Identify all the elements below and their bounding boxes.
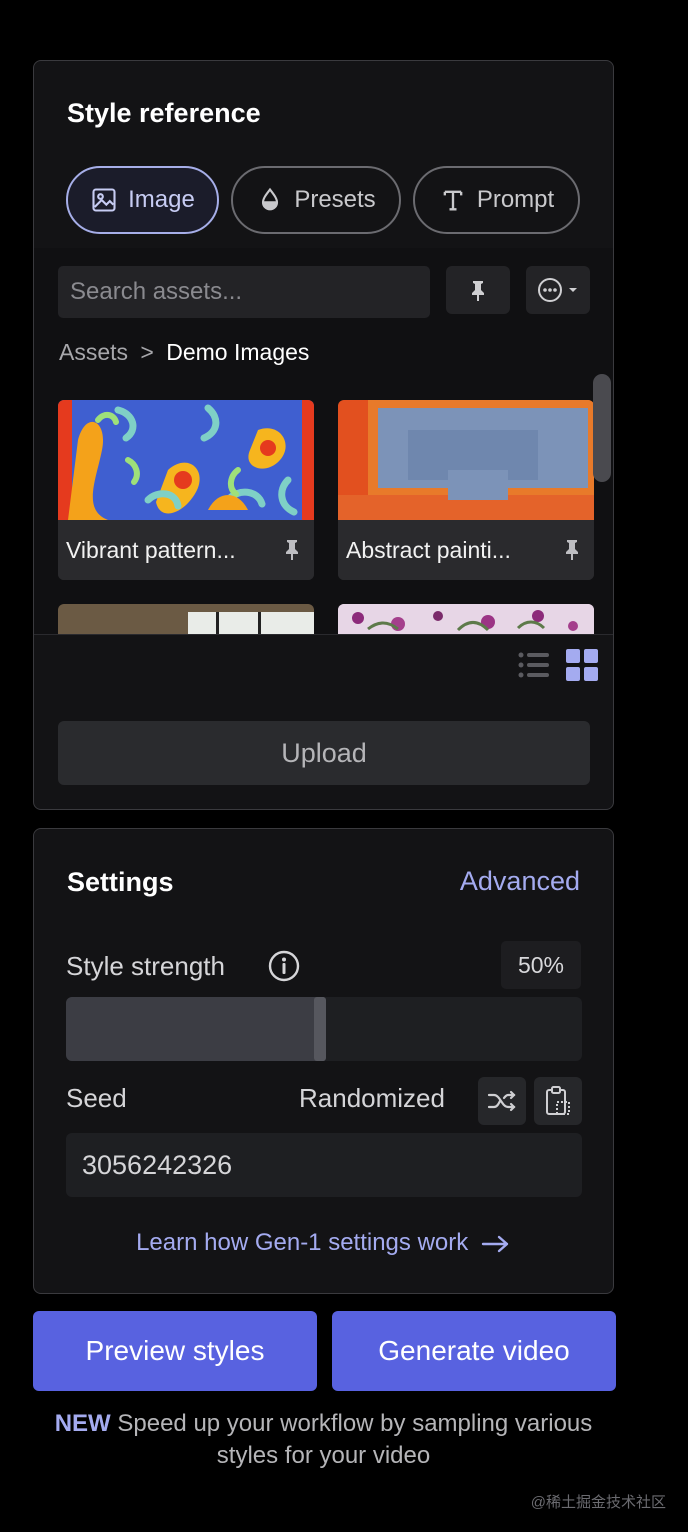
window-frame xyxy=(216,612,219,634)
text-icon xyxy=(443,190,463,211)
floral-thumbnail xyxy=(338,604,594,634)
search-input[interactable] xyxy=(58,266,430,318)
clipboard-icon xyxy=(546,1086,570,1115)
grid-view-icon[interactable] xyxy=(566,649,598,681)
upload-button[interactable]: Upload xyxy=(58,721,590,785)
footer-note: NEW Speed up your workflow by sampling v… xyxy=(33,1408,614,1472)
arrow-right-icon xyxy=(481,1235,509,1253)
seed-label: Seed xyxy=(66,1083,127,1113)
list-view-icon[interactable] xyxy=(518,651,550,679)
style-strength-slider[interactable] xyxy=(66,997,582,1061)
style-strength-value[interactable]: 50% xyxy=(501,941,581,989)
window-shape xyxy=(188,612,314,634)
tab-presets[interactable]: Presets xyxy=(231,166,401,234)
learn-settings-link[interactable]: Learn how Gen-1 settings work xyxy=(34,1229,613,1257)
asset-label: Vibrant pattern... xyxy=(66,537,236,563)
asset-card[interactable]: Vibrant pattern... xyxy=(58,400,314,580)
seed-input[interactable] xyxy=(66,1133,582,1197)
image-icon xyxy=(92,188,116,212)
slider-fill xyxy=(66,997,324,1061)
style-strength-label: Style strength xyxy=(66,951,225,981)
drop-icon xyxy=(262,187,279,211)
pin-filter-button[interactable] xyxy=(446,266,510,314)
breadcrumb: Assets > Demo Images xyxy=(59,339,309,366)
new-badge: NEW xyxy=(54,1410,111,1437)
seed-mode-label: Randomized xyxy=(299,1083,445,1113)
style-reference-title: Style reference xyxy=(67,98,261,128)
view-toggle-bar xyxy=(34,634,613,697)
asset-thumbnail xyxy=(338,400,594,520)
generate-video-button[interactable]: Generate video xyxy=(332,1311,616,1391)
chevron-down-icon xyxy=(569,288,577,292)
pin-icon[interactable] xyxy=(282,538,302,560)
info-icon[interactable] xyxy=(267,949,301,983)
slider-handle[interactable] xyxy=(314,997,326,1061)
asset-label: Abstract painti... xyxy=(346,537,511,563)
tab-presets-label: Presets xyxy=(294,186,376,213)
more-icon xyxy=(538,278,577,302)
watermark: @稀土掘金技术社区 xyxy=(530,1494,666,1511)
breadcrumb-root[interactable]: Assets xyxy=(59,339,128,365)
breadcrumb-separator: > xyxy=(140,339,154,365)
pin-icon xyxy=(472,281,484,301)
copy-seed-button[interactable] xyxy=(534,1077,582,1125)
asset-card-partial[interactable] xyxy=(58,604,314,634)
asset-caption: Abstract painti... xyxy=(338,520,594,580)
asset-scrollbar[interactable] xyxy=(593,374,611,482)
breadcrumb-current: Demo Images xyxy=(166,339,310,365)
preview-styles-button[interactable]: Preview styles xyxy=(33,1311,317,1391)
settings-panel: Settings Advanced Style strength 50% See… xyxy=(33,828,614,1294)
asset-card[interactable]: Abstract painti... xyxy=(338,400,594,580)
advanced-link[interactable]: Advanced xyxy=(460,866,580,897)
learn-settings-text: Learn how Gen-1 settings work xyxy=(136,1229,469,1256)
tab-prompt[interactable]: Prompt xyxy=(413,166,580,234)
asset-caption: Vibrant pattern... xyxy=(58,520,314,580)
more-options-button[interactable] xyxy=(526,266,590,314)
window-frame xyxy=(258,612,261,634)
style-reference-panel: Style reference Image Presets Prompt Sea… xyxy=(33,60,614,810)
asset-card-partial[interactable] xyxy=(338,604,594,634)
asset-browser: Assets > Demo Images Vibrant pattern... xyxy=(34,248,613,634)
asset-thumbnail xyxy=(58,400,314,520)
tab-image-label: Image xyxy=(128,186,195,213)
randomize-seed-button[interactable] xyxy=(478,1077,526,1125)
settings-title: Settings xyxy=(67,867,174,897)
pin-icon[interactable] xyxy=(562,538,582,560)
footer-note-text: Speed up your workflow by sampling vario… xyxy=(117,1410,593,1469)
shuffle-icon xyxy=(487,1090,516,1112)
tab-image[interactable]: Image xyxy=(66,166,219,234)
tab-prompt-label: Prompt xyxy=(476,186,555,213)
